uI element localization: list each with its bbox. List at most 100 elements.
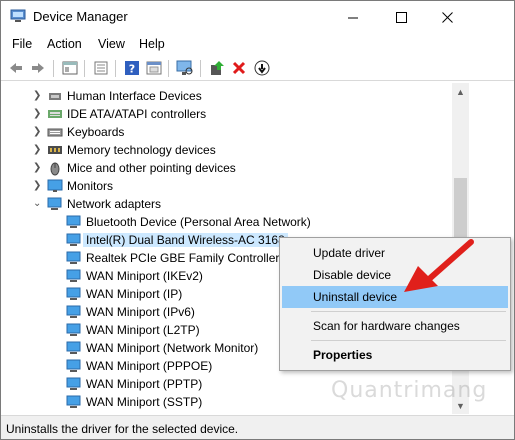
network-device-label: WAN Miniport (IPv6) [86, 305, 195, 319]
properties-icon [62, 61, 78, 75]
toolbar-separator [84, 60, 85, 77]
close-icon [441, 11, 453, 23]
network-adapter-icon [66, 377, 81, 390]
toolbar-separator [53, 60, 54, 77]
tree-item-label: IDE ATA/ATAPI controllers [67, 107, 207, 121]
toolbar-separator [168, 60, 169, 77]
memory-icon [48, 146, 62, 154]
properties-button[interactable] [60, 59, 80, 77]
help-icon: ? [125, 61, 139, 76]
menu-item-label: Properties [313, 348, 373, 362]
device-list-button[interactable] [91, 59, 111, 77]
menu-item-label: Uninstall device [313, 290, 398, 304]
network-icon [47, 197, 62, 210]
expand-chevron-icon[interactable]: ❯ [33, 126, 43, 138]
menu-bar: File Action View Help [1, 34, 514, 54]
scan-hardware-icon [176, 60, 193, 75]
network-device-label: WAN Miniport (L2TP) [86, 323, 200, 337]
tree-item-ide-controllers[interactable]: ❯ IDE ATA/ATAPI controllers [2, 105, 467, 123]
scroll-up-arrow-icon[interactable]: ▲ [452, 83, 469, 100]
tree-item-network-adapters[interactable]: ⌄ Network adapters [2, 195, 467, 213]
mouse-icon [50, 162, 60, 176]
menu-view[interactable]: View [98, 37, 125, 51]
maximize-button[interactable] [378, 1, 424, 33]
tree-item-keyboards[interactable]: ❯ Keyboards [2, 123, 467, 141]
menu-item-label: Disable device [313, 268, 392, 282]
device-manager-window: Device Manager File Action View Help ? ❯… [0, 0, 515, 440]
network-adapter-icon [66, 233, 81, 246]
toolbar: ? [1, 56, 514, 81]
menu-separator [311, 340, 506, 341]
menu-help[interactable]: Help [139, 37, 165, 51]
keyboard-icon [47, 128, 63, 137]
network-device-label: Bluetooth Device (Personal Area Network) [86, 215, 311, 229]
disable-icon [254, 60, 270, 76]
menu-file[interactable]: File [12, 37, 32, 51]
tree-item-label: Network adapters [67, 197, 162, 211]
expand-chevron-icon[interactable]: ❯ [33, 144, 43, 156]
expand-chevron-icon[interactable]: ❯ [33, 108, 43, 120]
network-adapter-icon [66, 323, 81, 336]
menu-item-properties[interactable]: Properties [282, 344, 508, 366]
help-button[interactable]: ? [122, 59, 142, 77]
network-adapter-icon [66, 305, 81, 318]
tree-item-memory-technology-devices[interactable]: ❯ Memory technology devices [2, 141, 467, 159]
network-device-label: WAN Miniport (Network Monitor) [86, 341, 259, 355]
tree-item-mice[interactable]: ❯ Mice and other pointing devices [2, 159, 467, 177]
device-manager-app-icon [10, 9, 26, 22]
tree-item-human-interface-devices[interactable]: ❯ Human Interface Devices [2, 87, 467, 105]
tree-item-label: Monitors [67, 179, 114, 193]
expand-chevron-icon[interactable]: ❯ [33, 162, 43, 174]
network-adapter-icon [66, 359, 81, 372]
network-adapter-icon [66, 287, 81, 300]
disable-button[interactable] [252, 59, 272, 77]
window-title: Device Manager [33, 9, 128, 24]
menu-item-scan-hardware[interactable]: Scan for hardware changes [282, 315, 508, 337]
network-device-label: WAN Miniport (SSTP) [86, 395, 203, 409]
menu-separator [311, 311, 506, 312]
tree-item-monitors[interactable]: ❯ Monitors [2, 177, 467, 195]
scan-hardware-button[interactable] [175, 59, 195, 77]
show-hidden-button[interactable] [144, 59, 164, 77]
network-device-label: WAN Miniport (IKEv2) [86, 269, 203, 283]
tree-item-label: Keyboards [67, 125, 125, 139]
network-device-label: WAN Miniport (PPTP) [86, 377, 203, 391]
menu-item-label: Scan for hardware changes [313, 319, 460, 333]
network-device-label: Intel(R) Dual Band Wireless-AC 3168 [83, 233, 288, 247]
uninstall-button[interactable] [229, 59, 249, 77]
collapse-chevron-icon[interactable]: ⌄ [33, 198, 43, 210]
expand-chevron-icon[interactable]: ❯ [33, 180, 43, 192]
network-device-label: WAN Miniport (IP) [86, 287, 183, 301]
update-driver-icon [211, 61, 224, 75]
title-bar: Device Manager [1, 1, 514, 33]
device-list-icon [94, 61, 108, 75]
menu-item-label: Update driver [313, 246, 386, 260]
toolbar-separator [200, 60, 201, 77]
back-icon [10, 63, 22, 73]
watermark: Quantrimang [331, 378, 488, 403]
ide-icon [48, 110, 62, 118]
back-button[interactable] [6, 59, 26, 77]
monitor-icon [47, 179, 63, 192]
tree-item-label: Human Interface Devices [67, 89, 202, 103]
forward-icon [32, 63, 44, 73]
minimize-icon [347, 17, 358, 18]
forward-button[interactable] [28, 59, 48, 77]
update-driver-button[interactable] [207, 59, 227, 77]
network-device-item[interactable]: Bluetooth Device (Personal Area Network) [2, 213, 467, 231]
uninstall-icon [232, 61, 246, 75]
tree-item-label: Memory technology devices [67, 143, 216, 157]
show-hidden-icon [146, 61, 162, 75]
minimize-button[interactable] [330, 1, 376, 33]
red-arrow-annotation-icon [404, 239, 474, 292]
expand-chevron-icon[interactable]: ❯ [33, 90, 43, 102]
network-device-label: Realtek PCIe GBE Family Controller [86, 251, 280, 265]
close-button[interactable] [424, 1, 470, 33]
maximize-icon [395, 11, 407, 23]
tree-item-label: Mice and other pointing devices [67, 161, 236, 175]
svg-text:?: ? [129, 63, 135, 76]
status-text: Uninstalls the driver for the selected d… [6, 422, 239, 436]
menu-action[interactable]: Action [47, 37, 82, 51]
network-adapter-icon [66, 269, 81, 282]
network-adapter-icon [66, 395, 81, 408]
